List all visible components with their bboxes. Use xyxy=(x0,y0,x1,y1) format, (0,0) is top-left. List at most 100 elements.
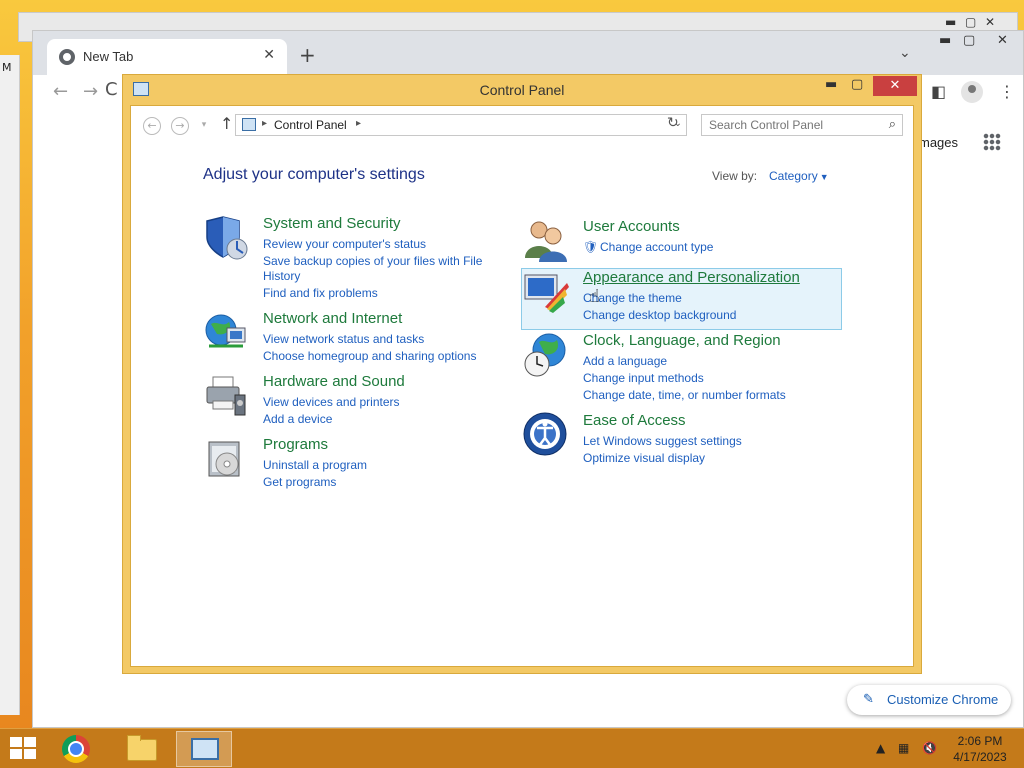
reload-icon[interactable]: C xyxy=(105,79,118,100)
dropdown-caret-icon: ▼ xyxy=(819,172,829,182)
group-title[interactable]: System and Security xyxy=(263,215,401,232)
customize-chrome-label: Customize Chrome xyxy=(887,692,999,707)
tab-new-tab[interactable]: New Tab ✕ xyxy=(47,39,287,75)
link-network-status[interactable]: View network status and tasks xyxy=(263,332,424,346)
search-input[interactable] xyxy=(702,115,878,135)
page-heading: Adjust your computer's settings xyxy=(203,166,425,183)
programs-icon[interactable] xyxy=(203,436,249,482)
link-desktop-background[interactable]: Change desktop background xyxy=(583,308,736,322)
control-panel-titlebar[interactable]: Control Panel xyxy=(123,75,921,105)
link-date-time-formats[interactable]: Change date, time, or number formats xyxy=(583,388,786,402)
group-appearance-and-personalization: Appearance and Personalization Change th… xyxy=(523,269,823,329)
taskbar-file-explorer-button[interactable] xyxy=(114,731,170,767)
view-by-value: Category xyxy=(769,169,818,183)
control-panel-window: Control Panel ▬ ▢ ✕ ← → ▾ ↑ ▸ Control Pa… xyxy=(122,74,922,674)
chrome-favicon-icon xyxy=(59,49,75,65)
side-panel-icon[interactable]: ◧ xyxy=(931,82,946,101)
breadcrumb-chevron-icon[interactable]: ▸ xyxy=(356,118,361,129)
view-by-label: View by: xyxy=(712,169,758,183)
network-globe-icon[interactable] xyxy=(203,310,249,356)
users-icon[interactable] xyxy=(523,218,569,264)
up-arrow-icon[interactable]: ↑ xyxy=(220,114,233,133)
breadcrumb-separator-icon[interactable]: ▸ xyxy=(262,118,267,129)
profile-avatar-icon[interactable] xyxy=(961,81,983,103)
tab-close-icon[interactable]: ✕ xyxy=(263,47,275,63)
group-title[interactable]: User Accounts xyxy=(583,218,680,235)
group-title[interactable]: Ease of Access xyxy=(583,412,686,429)
link-uninstall[interactable]: Uninstall a program xyxy=(263,458,367,472)
ease-of-access-icon[interactable] xyxy=(523,412,569,458)
tab-search-chevron-icon[interactable]: ⌄ xyxy=(899,45,911,61)
group-title[interactable]: Network and Internet xyxy=(263,310,402,327)
printer-icon[interactable] xyxy=(203,373,249,419)
search-box[interactable]: ⌕ xyxy=(701,114,903,136)
link-history[interactable]: History xyxy=(263,269,300,283)
back-arrow-icon[interactable]: ← xyxy=(53,81,68,102)
breadcrumb-control-panel[interactable]: Control Panel xyxy=(274,118,347,132)
control-panel-icon xyxy=(133,82,149,96)
hand-cursor-icon: ☝ xyxy=(589,286,600,307)
group-title[interactable]: Clock, Language, and Region xyxy=(583,332,781,349)
clock-globe-icon[interactable] xyxy=(523,332,569,378)
windows-start-icon[interactable] xyxy=(10,737,38,761)
view-by-dropdown[interactable]: Category ▼ xyxy=(769,169,829,183)
taskbar-clock[interactable]: 2:06 PM 4/17/2023 xyxy=(950,733,1010,765)
group-user-accounts: User Accounts 🛡 Change account type xyxy=(523,218,823,263)
group-clock-language-region: Clock, Language, and Region Add a langua… xyxy=(523,332,843,407)
taskbar-chrome-button[interactable] xyxy=(48,731,104,767)
link-add-device[interactable]: Add a device xyxy=(263,412,332,426)
pencil-icon: ✎ xyxy=(863,691,874,706)
back-icon[interactable]: ← xyxy=(143,117,161,135)
close-button[interactable]: ✕ xyxy=(873,76,917,96)
google-apps-icon[interactable] xyxy=(983,133,1001,151)
link-optimize-display[interactable]: Optimize visual display xyxy=(583,451,705,465)
background-window-text: M xyxy=(2,61,12,74)
group-title[interactable]: Hardware and Sound xyxy=(263,373,405,390)
clock-date: 4/17/2023 xyxy=(953,750,1007,764)
background-maximize-icon[interactable]: ▢ xyxy=(965,15,976,29)
link-save-backup[interactable]: Save backup copies of your files with Fi… xyxy=(263,254,482,268)
tab-title: New Tab xyxy=(83,49,134,64)
show-hidden-icons-icon[interactable]: ▲ xyxy=(876,741,885,755)
new-tab-button[interactable]: + xyxy=(299,43,316,67)
minimize-icon[interactable]: ▬ xyxy=(825,77,837,92)
link-find-fix[interactable]: Find and fix problems xyxy=(263,286,378,300)
link-get-programs[interactable]: Get programs xyxy=(263,475,336,489)
link-review-status[interactable]: Review your computer's status xyxy=(263,237,426,251)
group-title[interactable]: Programs xyxy=(263,436,328,453)
chrome-close-icon[interactable]: ✕ xyxy=(997,33,1008,48)
maximize-icon[interactable]: ▢ xyxy=(851,77,863,92)
link-input-methods[interactable]: Change input methods xyxy=(583,371,704,385)
background-window-fragment: M xyxy=(0,55,20,715)
link-devices-printers[interactable]: View devices and printers xyxy=(263,395,400,409)
network-tray-icon[interactable]: ▦ xyxy=(898,741,909,755)
background-close-icon[interactable]: ✕ xyxy=(985,15,995,29)
taskbar-control-panel-button[interactable] xyxy=(176,731,232,767)
chrome-minimize-icon[interactable]: ▬ xyxy=(939,33,951,48)
search-icon[interactable]: ⌕ xyxy=(889,117,896,132)
group-system-and-security: System and Security Review your computer… xyxy=(203,215,503,305)
volume-muted-icon[interactable]: 🔇 xyxy=(922,741,937,755)
address-control-panel-icon xyxy=(242,118,256,131)
chrome-maximize-icon[interactable]: ▢ xyxy=(963,33,975,48)
more-menu-icon[interactable]: ⋮ xyxy=(999,82,1015,101)
appearance-icon[interactable] xyxy=(523,269,569,315)
refresh-icon[interactable]: ↻ xyxy=(667,115,679,131)
forward-icon[interactable]: → xyxy=(171,117,189,135)
link-windows-suggest[interactable]: Let Windows suggest settings xyxy=(583,434,742,448)
group-title[interactable]: Appearance and Personalization xyxy=(583,269,800,286)
link-add-language[interactable]: Add a language xyxy=(583,354,667,368)
forward-arrow-icon[interactable]: → xyxy=(83,81,98,102)
link-homegroup[interactable]: Choose homegroup and sharing options xyxy=(263,349,476,363)
link-change-account-type[interactable]: Change account type xyxy=(600,240,713,254)
shield-icon[interactable] xyxy=(203,215,249,261)
chrome-logo-icon xyxy=(62,735,90,763)
background-minimize-icon[interactable]: ▬ xyxy=(945,15,956,29)
images-link[interactable]: mages xyxy=(919,135,958,150)
customize-chrome-button[interactable]: ✎ Customize Chrome xyxy=(847,685,1011,715)
address-bar[interactable]: ▸ Control Panel ▸ ⌄ xyxy=(235,114,687,136)
window-title: Control Panel xyxy=(479,82,565,98)
group-network-and-internet: Network and Internet View network status… xyxy=(203,310,503,370)
group-ease-of-access: Ease of Access Let Windows suggest setti… xyxy=(523,412,823,472)
recent-locations-icon[interactable]: ▾ xyxy=(195,117,213,135)
